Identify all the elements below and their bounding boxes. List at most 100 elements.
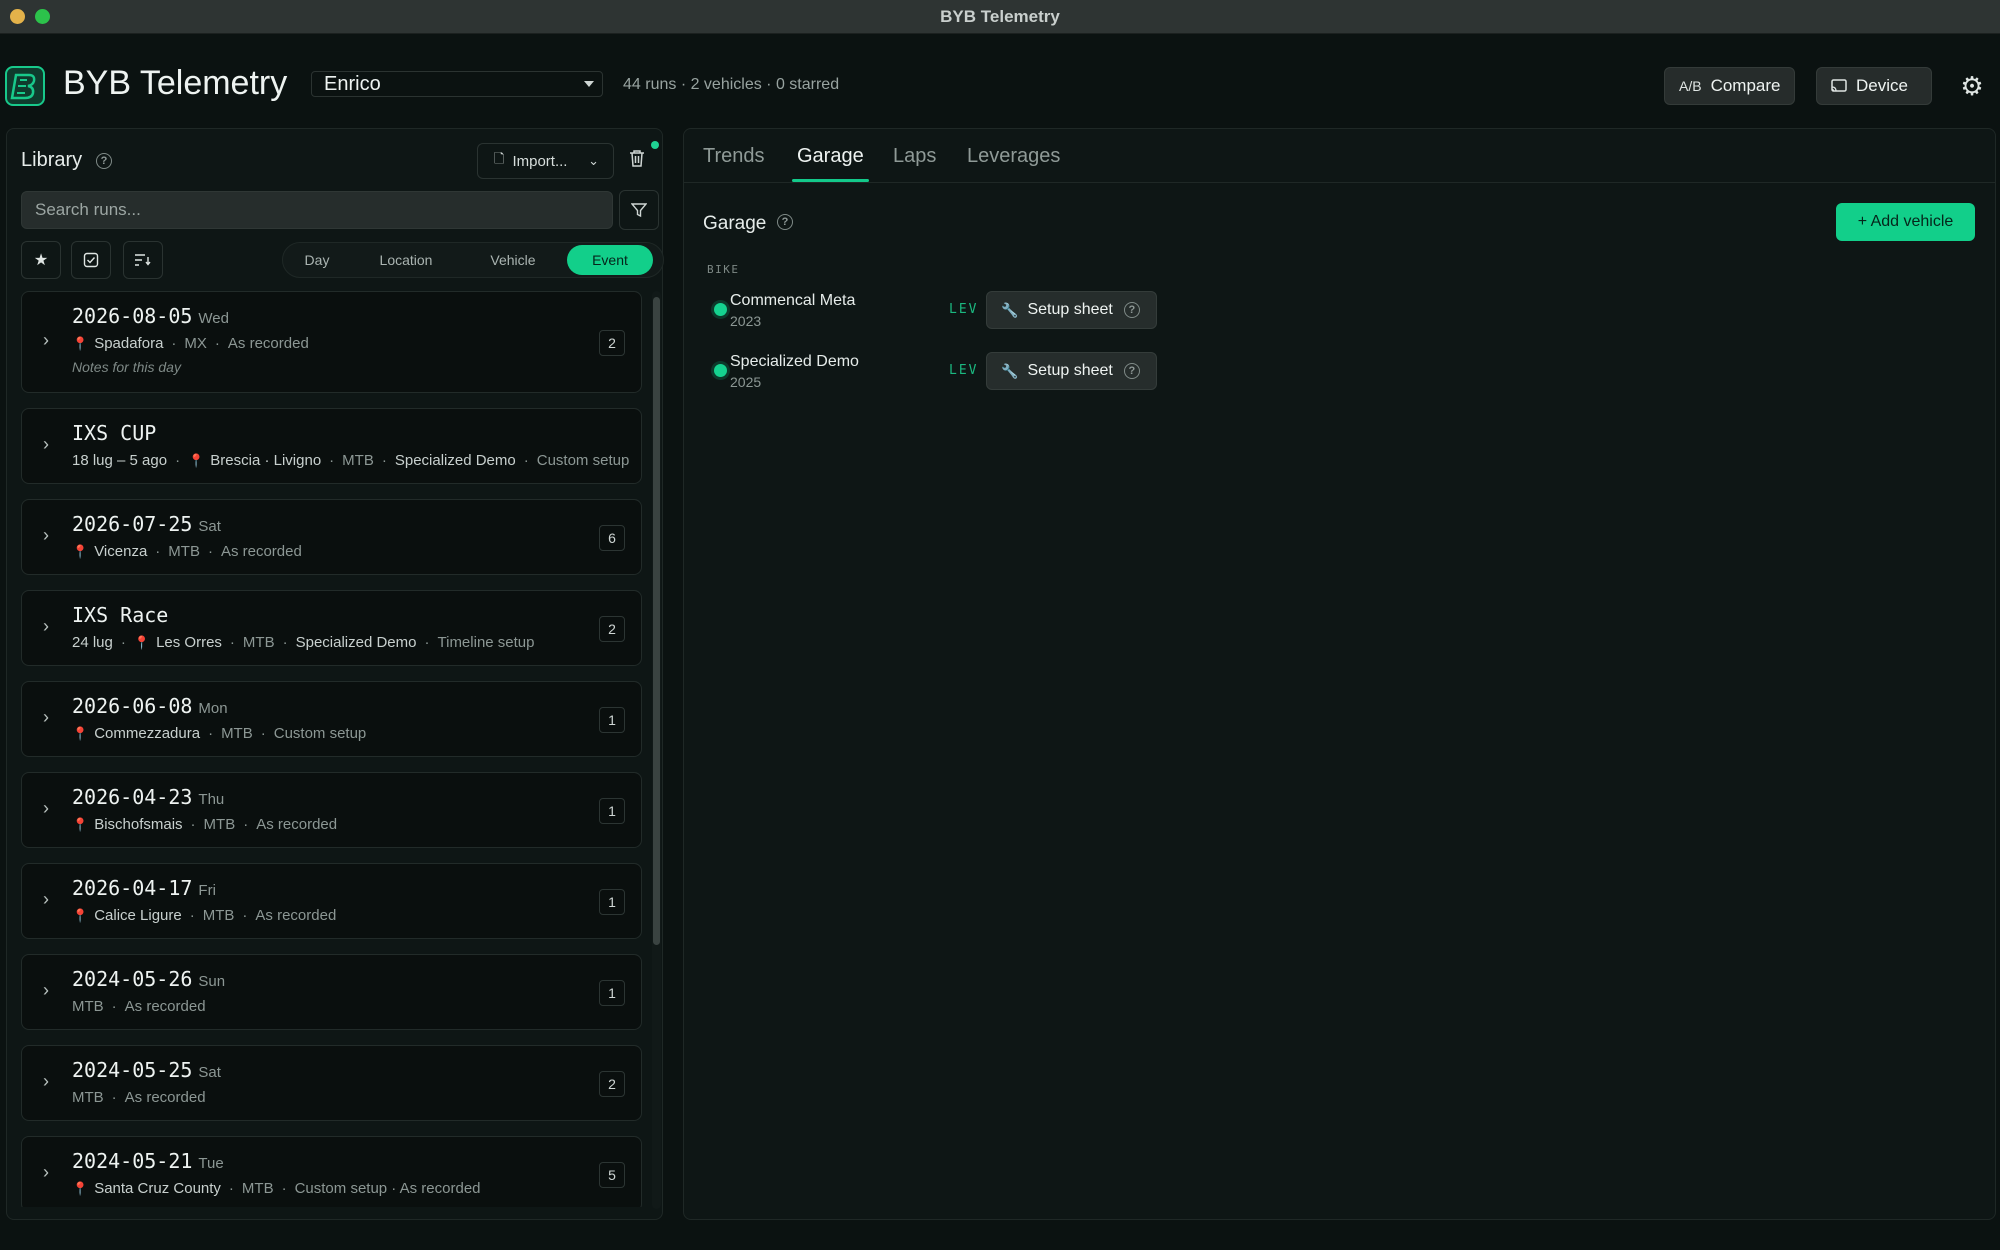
help-icon[interactable]: ?: [1123, 302, 1140, 318]
trash-icon[interactable]: [629, 149, 645, 172]
app-title: BYB Telemetry: [63, 64, 288, 102]
run-card-meta: MTB · As recorded: [72, 1089, 206, 1106]
group-day[interactable]: Day: [283, 245, 351, 275]
import-button[interactable]: 🗋 Import... ⌄: [477, 143, 614, 179]
meta-text: Les Orres: [156, 634, 222, 651]
meta-separator: ·: [242, 907, 248, 924]
tab-laps[interactable]: Laps: [893, 145, 936, 168]
tab-garage[interactable]: Garage: [797, 145, 864, 168]
setup-sheet-button[interactable]: 🔧 Setup sheet ?: [986, 352, 1157, 390]
checkbox-icon: [83, 252, 99, 268]
chevron-right-icon[interactable]: ›: [43, 889, 49, 910]
run-title-text: 2026-04-17: [72, 876, 193, 900]
chevron-right-icon[interactable]: ›: [43, 616, 49, 637]
meta-text: As recorded: [255, 907, 337, 924]
meta-separator: ·: [243, 816, 249, 833]
run-count-badge: 1: [599, 889, 625, 915]
device-button[interactable]: Device: [1816, 67, 1932, 105]
chevron-right-icon[interactable]: ›: [43, 330, 49, 351]
run-card-title: 2024-05-21 Tue: [72, 1149, 224, 1173]
select-mode-button[interactable]: [71, 241, 111, 279]
run-card[interactable]: › 2026-04-17 Fri 📍 Calice Ligure · MTB · As reco…: [21, 863, 642, 939]
leverage-tag[interactable]: LEV: [949, 302, 978, 317]
filter-icon: [631, 203, 647, 218]
chevron-right-icon[interactable]: ›: [43, 980, 49, 1001]
user-select[interactable]: Enrico: [311, 71, 603, 97]
run-weekday: Wed: [198, 310, 229, 327]
run-card[interactable]: › IXS CUP 18 lug – 5 ago · 📍 Brescia · Livign…: [21, 408, 642, 484]
run-card[interactable]: › 2026-07-25 Sat 📍 Vicenza · MTB · As recorded 6: [21, 499, 642, 575]
status-dot-icon: [714, 364, 727, 377]
chevron-down-icon: ⌄: [588, 153, 599, 168]
run-card-meta: 📍 Calice Ligure · MTB · As recorded: [72, 907, 336, 924]
run-card[interactable]: › 2026-06-08 Mon 📍 Commezzadura · MTB · Custom s…: [21, 681, 642, 757]
help-icon[interactable]: ?: [777, 214, 793, 230]
sort-button[interactable]: [123, 241, 163, 279]
group-vehicle[interactable]: Vehicle: [461, 245, 565, 275]
window-title: BYB Telemetry: [940, 6, 1060, 26]
chevron-right-icon[interactable]: ›: [43, 434, 49, 455]
vehicle-row[interactable]: Commencal Meta 2023 LEV 🔧 Setup sheet ?: [714, 291, 1314, 341]
location-pin-icon: 📍: [72, 817, 89, 832]
tab-leverages[interactable]: Leverages: [967, 145, 1060, 168]
library-stats: 44 runs · 2 vehicles · 0 starred: [623, 76, 840, 93]
run-list: › 2026-08-05 Wed 📍 Spadafora · MX · As recorded N…: [21, 291, 649, 1207]
wrench-icon: 🔧: [1001, 301, 1019, 318]
meta-text: MTB: [242, 634, 275, 651]
location-pin-icon: 📍: [72, 544, 89, 559]
leverage-tag[interactable]: LEV: [949, 363, 978, 378]
meta-text: Custom setup: [273, 725, 367, 742]
run-card-title: 2026-06-08 Mon: [72, 694, 228, 718]
chevron-right-icon[interactable]: ›: [43, 525, 49, 546]
chevron-right-icon[interactable]: ›: [43, 798, 49, 819]
run-weekday: Sat: [198, 518, 221, 535]
compare-ab-icon: A/B: [1679, 78, 1702, 94]
meta-text: As recorded: [220, 543, 302, 560]
caret-down-icon: [584, 81, 594, 87]
chevron-right-icon[interactable]: ›: [43, 1162, 49, 1183]
library-title: Library: [21, 149, 83, 171]
run-card[interactable]: › 2024-05-26 Sun MTB · As recorded 1: [21, 954, 642, 1030]
setup-sheet-button[interactable]: 🔧 Setup sheet ?: [986, 291, 1157, 329]
help-icon[interactable]: ?: [96, 153, 112, 169]
chevron-right-icon[interactable]: ›: [43, 707, 49, 728]
zoom-window-button[interactable]: [35, 9, 50, 24]
meta-text: MX: [184, 335, 207, 352]
run-card[interactable]: › 2024-05-21 Tue 📍 Santa Cruz County · MTB · Cus…: [21, 1136, 642, 1207]
minimize-window-button[interactable]: [10, 9, 25, 24]
run-card[interactable]: › 2026-04-23 Thu 📍 Bischofsmais · MTB · As recor…: [21, 772, 642, 848]
help-icon[interactable]: ?: [1123, 363, 1140, 379]
search-input[interactable]: [21, 191, 613, 229]
meta-separator: ·: [329, 452, 335, 469]
star-icon: ★: [33, 252, 49, 269]
run-card-note: Notes for this day: [72, 359, 181, 375]
run-card-meta: 📍 Vicenza · MTB · As recorded: [72, 543, 302, 560]
group-event[interactable]: Event: [567, 245, 653, 275]
meta-text: Brescia · Livigno: [210, 452, 322, 469]
filter-button[interactable]: [619, 190, 659, 230]
gear-icon[interactable]: ⚙: [1958, 71, 1986, 101]
main-panel: Trends Garage Laps Leverages Garage ? + …: [683, 128, 1996, 1220]
run-card[interactable]: › 2026-08-05 Wed 📍 Spadafora · MX · As recorded N…: [21, 291, 642, 393]
run-title-text: 2024-05-21: [72, 1149, 193, 1173]
starred-filter-button[interactable]: ★: [21, 241, 61, 279]
meta-text: Specialized Demo: [295, 634, 417, 651]
compare-button[interactable]: A/B Compare: [1664, 67, 1795, 105]
run-weekday: Thu: [198, 791, 225, 808]
scrollbar-thumb[interactable]: [653, 297, 660, 945]
vehicle-row[interactable]: Specialized Demo 2025 LEV 🔧 Setup sheet …: [714, 352, 1314, 402]
chevron-right-icon[interactable]: ›: [43, 1071, 49, 1092]
add-vehicle-button[interactable]: + Add vehicle: [1836, 203, 1975, 241]
tab-trends[interactable]: Trends: [703, 145, 765, 168]
run-count-badge: 5: [599, 1162, 625, 1188]
run-count-badge: 1: [599, 980, 625, 1006]
meta-text: As recorded: [124, 1089, 206, 1106]
run-weekday: Fri: [198, 882, 216, 899]
meta-text: MTB: [168, 543, 200, 560]
run-card[interactable]: › IXS Race 24 lug · 📍 Les Orres · MTB · Specializ…: [21, 590, 642, 666]
meta-text: Santa Cruz County: [94, 1180, 221, 1197]
wrench-icon: 🔧: [1001, 362, 1019, 379]
run-card[interactable]: › 2024-05-25 Sat MTB · As recorded 2: [21, 1045, 642, 1121]
run-count-badge: 2: [599, 616, 625, 642]
group-location[interactable]: Location: [351, 245, 461, 275]
